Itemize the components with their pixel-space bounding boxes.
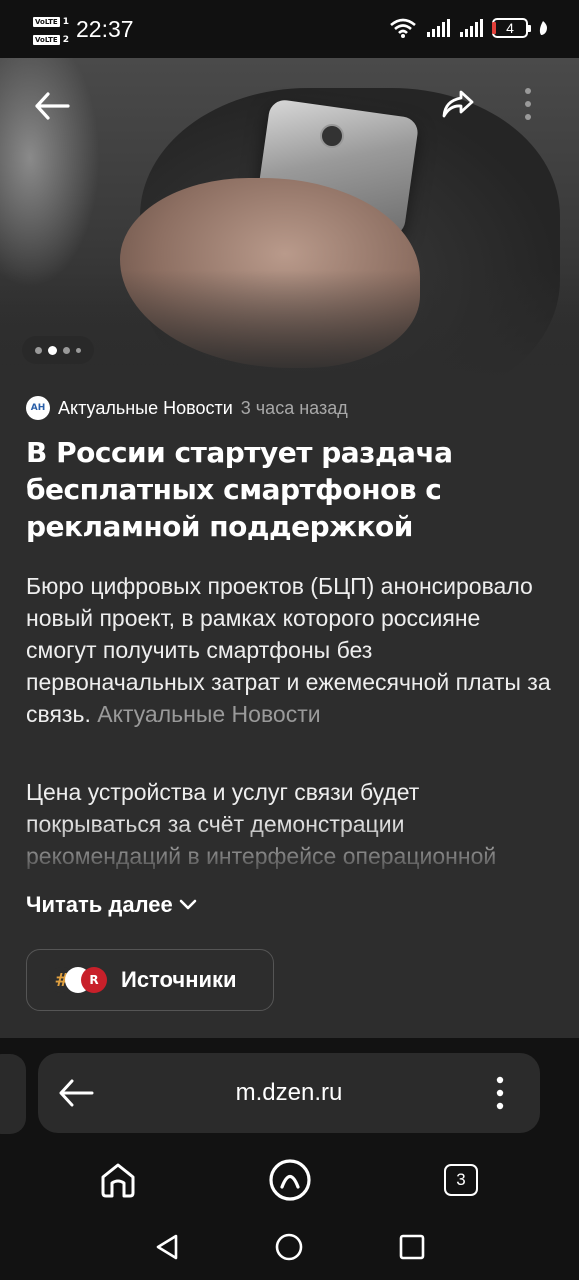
sim-number: 2 <box>62 34 69 45</box>
slide-indicator <box>22 336 94 364</box>
chevron-down-icon <box>179 899 197 910</box>
signal-icon <box>427 19 450 37</box>
previous-tab-preview[interactable] <box>0 1054 26 1134</box>
source-name[interactable]: Актуальные Новости <box>58 398 233 419</box>
slide-dot <box>76 347 81 353</box>
browser-nav-row: 3 <box>0 1154 579 1210</box>
paragraph-text: Цена устройства и услуг связи будет покр… <box>26 779 497 882</box>
tabs-icon[interactable]: 3 <box>444 1164 478 1196</box>
volte-badge: VoLTE <box>33 34 60 45</box>
more-vertical-icon <box>496 1076 504 1110</box>
system-recents-button[interactable] <box>395 1230 429 1264</box>
sources-label: Источники <box>121 967 237 992</box>
article-content: АН Актуальные Новости 3 часа назад В Рос… <box>0 380 579 1038</box>
slide-dot <box>63 346 70 354</box>
leaf-icon <box>539 21 547 35</box>
article-title: В России стартует раздача бесплатных сма… <box>26 436 453 543</box>
alice-icon <box>269 1159 311 1201</box>
source-logo-text: АН <box>30 403 46 413</box>
back-arrow-icon <box>35 92 70 120</box>
back-triangle-icon <box>156 1234 178 1260</box>
wifi-icon <box>390 18 416 38</box>
slide-dot-active <box>48 345 57 355</box>
slide-dot <box>35 346 42 354</box>
back-button[interactable] <box>30 84 74 128</box>
url-text[interactable]: m.dzen.ru <box>38 1079 540 1107</box>
address-bar[interactable]: m.dzen.ru <box>38 1053 540 1133</box>
sim-number: 1 <box>62 16 69 27</box>
article-paragraph-truncated: Цена устройства и услуг связи будет покр… <box>26 776 556 882</box>
alice-button[interactable] <box>266 1156 314 1204</box>
paragraph-citation[interactable]: Актуальные Новости <box>97 701 320 727</box>
recents-square-icon <box>399 1234 425 1260</box>
battery-icon: 4 <box>492 18 531 38</box>
sim2-indicator: VoLTE 2 <box>33 34 69 45</box>
volte-badge: VoLTE <box>33 16 60 27</box>
hero-phone-camera <box>320 124 344 148</box>
battery-level: 4 <box>506 20 514 36</box>
sim1-indicator: VoLTE 1 <box>33 16 69 27</box>
browser-home-button[interactable] <box>96 1158 140 1202</box>
more-options-button[interactable] <box>512 82 544 126</box>
more-vertical-icon <box>525 88 531 120</box>
article-paragraph: Бюро цифровых проектов (БЦП) анонсировал… <box>26 570 556 730</box>
browser-menu-button[interactable] <box>488 1073 512 1113</box>
hero-fade <box>0 270 579 380</box>
share-icon <box>442 90 474 118</box>
status-icons: 4 <box>389 18 549 38</box>
signal-icon <box>460 19 483 37</box>
source-logos: # R <box>49 967 107 993</box>
browser-bottom-bar: m.dzen.ru 3 <box>0 1038 579 1280</box>
source-logo[interactable]: АН <box>26 396 50 420</box>
home-icon <box>101 1163 135 1198</box>
source-logo-r-icon: R <box>81 967 107 993</box>
system-back-button[interactable] <box>150 1230 184 1264</box>
tab-count: 3 <box>456 1170 466 1189</box>
read-more-label: Читать далее <box>26 892 173 917</box>
share-button[interactable] <box>436 82 480 126</box>
article-hero-image[interactable] <box>0 58 579 380</box>
status-bar: VoLTE 1 VoLTE 2 22:37 4 <box>0 0 579 58</box>
system-navigation-bar <box>0 1218 579 1278</box>
article-source-line: АН Актуальные Новости 3 часа назад <box>26 396 348 420</box>
home-circle-icon <box>275 1233 303 1261</box>
clock: 22:37 <box>76 16 134 42</box>
published-time: 3 часа назад <box>240 397 348 418</box>
read-more-button[interactable]: Читать далее <box>26 892 197 918</box>
system-home-button[interactable] <box>272 1230 306 1264</box>
sources-button[interactable]: # R Источники <box>26 949 274 1011</box>
